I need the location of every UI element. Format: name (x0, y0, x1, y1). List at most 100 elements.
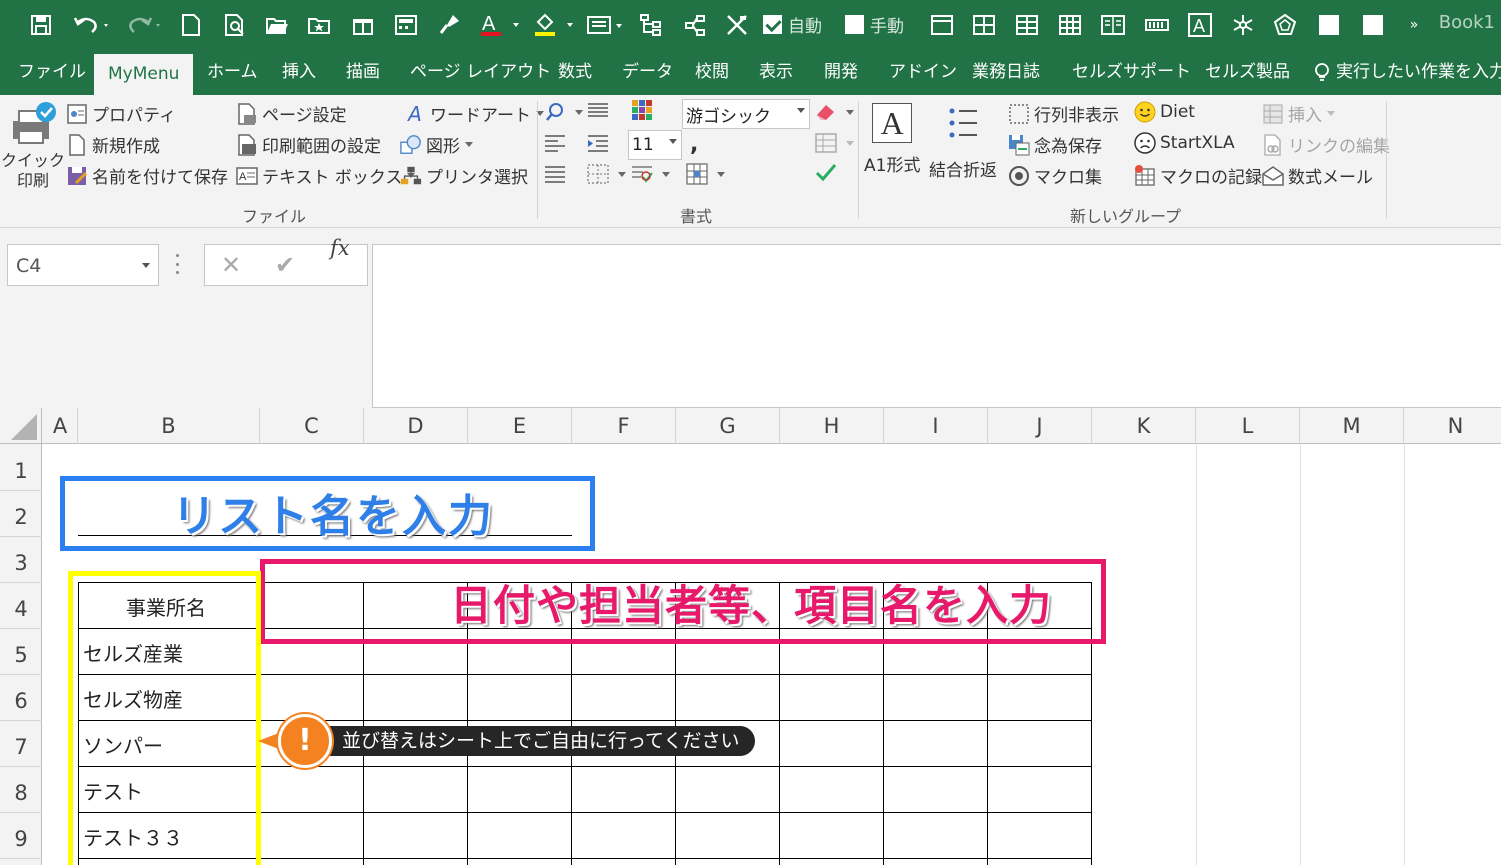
formula-mail-button[interactable]: 数式メール (1262, 163, 1373, 188)
remove-arrows-icon[interactable] (724, 8, 750, 42)
row-header-7[interactable]: 7 (0, 721, 42, 767)
font-color-icon[interactable]: A (478, 8, 524, 42)
window-icon[interactable] (930, 8, 954, 42)
row-header-2[interactable]: 2 (0, 491, 42, 537)
merge-wrap-button[interactable]: 結合折返 (929, 103, 997, 181)
grid-six-icon[interactable] (1015, 8, 1039, 42)
print-preview-icon[interactable] (222, 8, 248, 42)
format-painter-icon[interactable] (436, 8, 462, 42)
text-style-icon[interactable]: A (1187, 8, 1213, 42)
justify-button[interactable] (544, 163, 570, 185)
find-button[interactable] (544, 101, 583, 123)
properties-button[interactable]: プロパティ (66, 101, 176, 126)
tell-me-box[interactable]: 実行したい作業を入力 (1314, 50, 1501, 95)
text-box-icon[interactable] (584, 8, 628, 42)
column-header-e[interactable]: E (468, 408, 572, 444)
text-box-button[interactable]: A テキスト ボックス (236, 163, 416, 188)
tab-mymenu[interactable]: MyMenu (94, 54, 194, 95)
align-top-button[interactable] (587, 101, 613, 123)
align-left-button[interactable] (544, 132, 570, 154)
column-header-l[interactable]: L (1196, 408, 1300, 444)
cancel-entry-icon[interactable]: ✕ (221, 251, 241, 279)
tab-draw[interactable]: 描画 (346, 50, 380, 95)
font-size-select[interactable]: 11 (628, 130, 682, 160)
record-macro-button[interactable]: マクロの記録 (1134, 163, 1262, 188)
cell-format-button[interactable] (686, 163, 725, 185)
column-header-d[interactable]: D (364, 408, 468, 444)
save-icon[interactable] (28, 8, 54, 42)
grid-four-icon[interactable] (972, 8, 996, 42)
row-header-3[interactable]: 3 (0, 537, 42, 583)
hierarchy-icon[interactable] (638, 8, 664, 42)
tab-cells-products[interactable]: セルズ製品 (1205, 50, 1290, 95)
row-header-5[interactable]: 5 (0, 629, 42, 675)
new-workbook-button[interactable]: 新規作成 (66, 132, 160, 157)
tab-view[interactable]: 表示 (759, 50, 793, 95)
row-header-4[interactable]: 4 (0, 583, 42, 629)
favorites-folder-icon[interactable] (306, 8, 332, 42)
tab-addins[interactable]: アドイン (889, 50, 957, 95)
blank-square-icon-2[interactable] (1362, 8, 1384, 42)
redo-icon[interactable] (122, 8, 166, 42)
apply-check-button[interactable] (815, 161, 841, 183)
new-document-icon[interactable] (178, 8, 204, 42)
column-header-m[interactable]: M (1300, 408, 1404, 444)
insert-button[interactable]: 挿入 (1262, 101, 1335, 126)
trace-precedents-icon[interactable] (682, 8, 708, 42)
shapes-button[interactable]: 図形 (400, 132, 473, 157)
tab-developer[interactable]: 開発 (824, 50, 858, 95)
tab-work-log[interactable]: 業務日誌 (972, 50, 1040, 95)
safety-save-button[interactable]: 念為保存 (1008, 132, 1102, 157)
column-header-b[interactable]: B (78, 408, 260, 444)
a1-style-button[interactable]: A A1形式 (864, 103, 920, 176)
table-format-button[interactable] (815, 132, 854, 154)
page-setup-button[interactable]: ページ設定 (236, 101, 347, 126)
confirm-entry-icon[interactable]: ✔ (275, 251, 295, 279)
more-commands-icon[interactable]: » (1404, 8, 1424, 42)
formula-input[interactable] (372, 244, 1501, 408)
grid-nine-icon[interactable] (1058, 8, 1082, 42)
open-folder-icon[interactable] (264, 8, 290, 42)
tab-insert[interactable]: 挿入 (282, 50, 316, 95)
fill-color-icon[interactable] (532, 8, 578, 42)
diet-button[interactable]: Diet (1134, 101, 1195, 123)
book-icon[interactable] (1101, 8, 1125, 42)
tab-page-layout[interactable]: ページ レイアウト (410, 50, 551, 95)
select-all-button[interactable] (0, 408, 42, 444)
undo-icon[interactable] (70, 8, 114, 42)
gift-icon[interactable] (350, 8, 376, 42)
font-name-select[interactable]: 游ゴシック (682, 99, 810, 129)
edit-links-button[interactable]: リンクの編集 (1262, 132, 1390, 157)
manual-calc-checkbox[interactable]: 手動 (845, 12, 904, 37)
column-header-a[interactable]: A (43, 408, 78, 444)
blank-square-icon-1[interactable] (1318, 8, 1340, 42)
column-header-f[interactable]: F (572, 408, 676, 444)
print-area-button[interactable]: 印刷範囲の設定 (236, 132, 381, 157)
color-scale-button[interactable] (631, 99, 657, 121)
battery-icon[interactable] (1144, 8, 1170, 42)
borders-button[interactable] (587, 163, 626, 185)
calculator-icon[interactable] (393, 8, 419, 42)
tab-formulas[interactable]: 数式 (558, 50, 592, 95)
column-header-k[interactable]: K (1092, 408, 1196, 444)
column-header-h[interactable]: H (780, 408, 884, 444)
column-header-g[interactable]: G (676, 408, 780, 444)
quick-print-button[interactable]: クイック 印刷 (1, 101, 65, 197)
name-box[interactable]: C4 (7, 244, 159, 286)
conditional-format-button[interactable] (631, 163, 670, 185)
indent-button[interactable] (587, 132, 613, 154)
row-header-8[interactable]: 8 (0, 767, 42, 813)
snowflake-icon[interactable] (1230, 8, 1256, 42)
row-header-6[interactable]: 6 (0, 675, 42, 721)
tab-file[interactable]: ファイル (18, 50, 86, 95)
column-header-n[interactable]: N (1404, 408, 1501, 444)
column-header-c[interactable]: C (260, 408, 364, 444)
tab-data[interactable]: データ (622, 50, 673, 95)
macro-collection-button[interactable]: マクロ集 (1008, 163, 1102, 188)
column-header-i[interactable]: I (884, 408, 988, 444)
word-art-button[interactable]: A ワードアート (404, 101, 544, 126)
row-header-9[interactable]: 9 (0, 813, 42, 859)
tab-cells-support[interactable]: セルズサポート (1072, 50, 1191, 95)
row-header-1[interactable]: 1 (0, 444, 42, 491)
auto-calc-checkbox[interactable]: 自動 (763, 12, 822, 37)
